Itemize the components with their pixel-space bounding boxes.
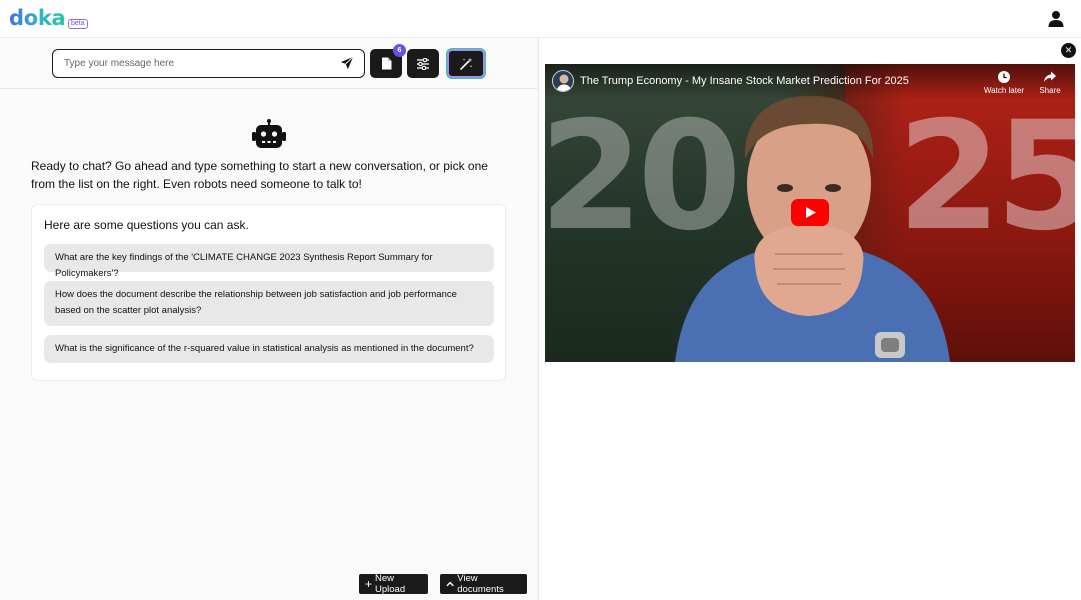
- channel-avatar[interactable]: [552, 70, 574, 92]
- magic-button[interactable]: [447, 49, 485, 78]
- chat-panel: 6: [0, 38, 539, 600]
- user-icon[interactable]: [1046, 9, 1066, 29]
- watch-later-button[interactable]: Watch later: [983, 70, 1025, 95]
- new-upload-label: New Upload: [375, 573, 406, 595]
- document-count-badge: 6: [393, 44, 406, 57]
- plus-icon: +: [365, 577, 373, 591]
- document-icon: [381, 57, 391, 70]
- view-documents-button[interactable]: View documents: [440, 573, 527, 595]
- close-icon[interactable]: ✕: [1061, 43, 1076, 58]
- share-arrow-icon: [1044, 71, 1056, 82]
- play-icon[interactable]: [791, 199, 829, 226]
- suggested-question[interactable]: What is the significance of the r-square…: [44, 335, 494, 363]
- app-header: doka beta: [0, 0, 1081, 38]
- paper-plane-icon[interactable]: [340, 56, 354, 70]
- youtube-video-player[interactable]: 20 25 The Trump Economy - My Insane Stoc…: [545, 64, 1075, 362]
- share-button[interactable]: Share: [1029, 70, 1071, 95]
- doka-logo[interactable]: doka: [9, 6, 66, 30]
- message-input[interactable]: [64, 55, 334, 72]
- intro-text: Ready to chat? Go ahead and type somethi…: [31, 159, 488, 191]
- chevron-up-icon: [446, 581, 454, 587]
- video-title[interactable]: The Trump Economy - My Insane Stock Mark…: [580, 75, 909, 87]
- sliders-icon: [417, 57, 429, 70]
- beta-badge: beta: [68, 19, 88, 29]
- suggested-questions-card: Here are some questions you can ask. Wha…: [31, 204, 506, 381]
- chat-toolbar: 6: [0, 38, 539, 89]
- message-box: [52, 49, 365, 78]
- settings-button[interactable]: [407, 49, 439, 78]
- suggested-question[interactable]: How does the document describe the relat…: [44, 281, 494, 326]
- share-label: Share: [1039, 86, 1061, 95]
- suggested-questions-title: Here are some questions you can ask.: [44, 218, 249, 232]
- magic-wand-icon: [460, 57, 473, 70]
- video-panel: ✕ 20 25 The Trump Economy - My Insane St…: [540, 38, 1081, 600]
- clock-icon: [998, 71, 1010, 83]
- robot-icon: [252, 119, 286, 148]
- suggested-question[interactable]: What are the key findings of the 'CLIMAT…: [44, 244, 494, 279]
- view-documents-label: View documents: [457, 573, 504, 595]
- watch-later-label: Watch later: [983, 86, 1025, 95]
- new-upload-button[interactable]: + New Upload: [359, 573, 428, 595]
